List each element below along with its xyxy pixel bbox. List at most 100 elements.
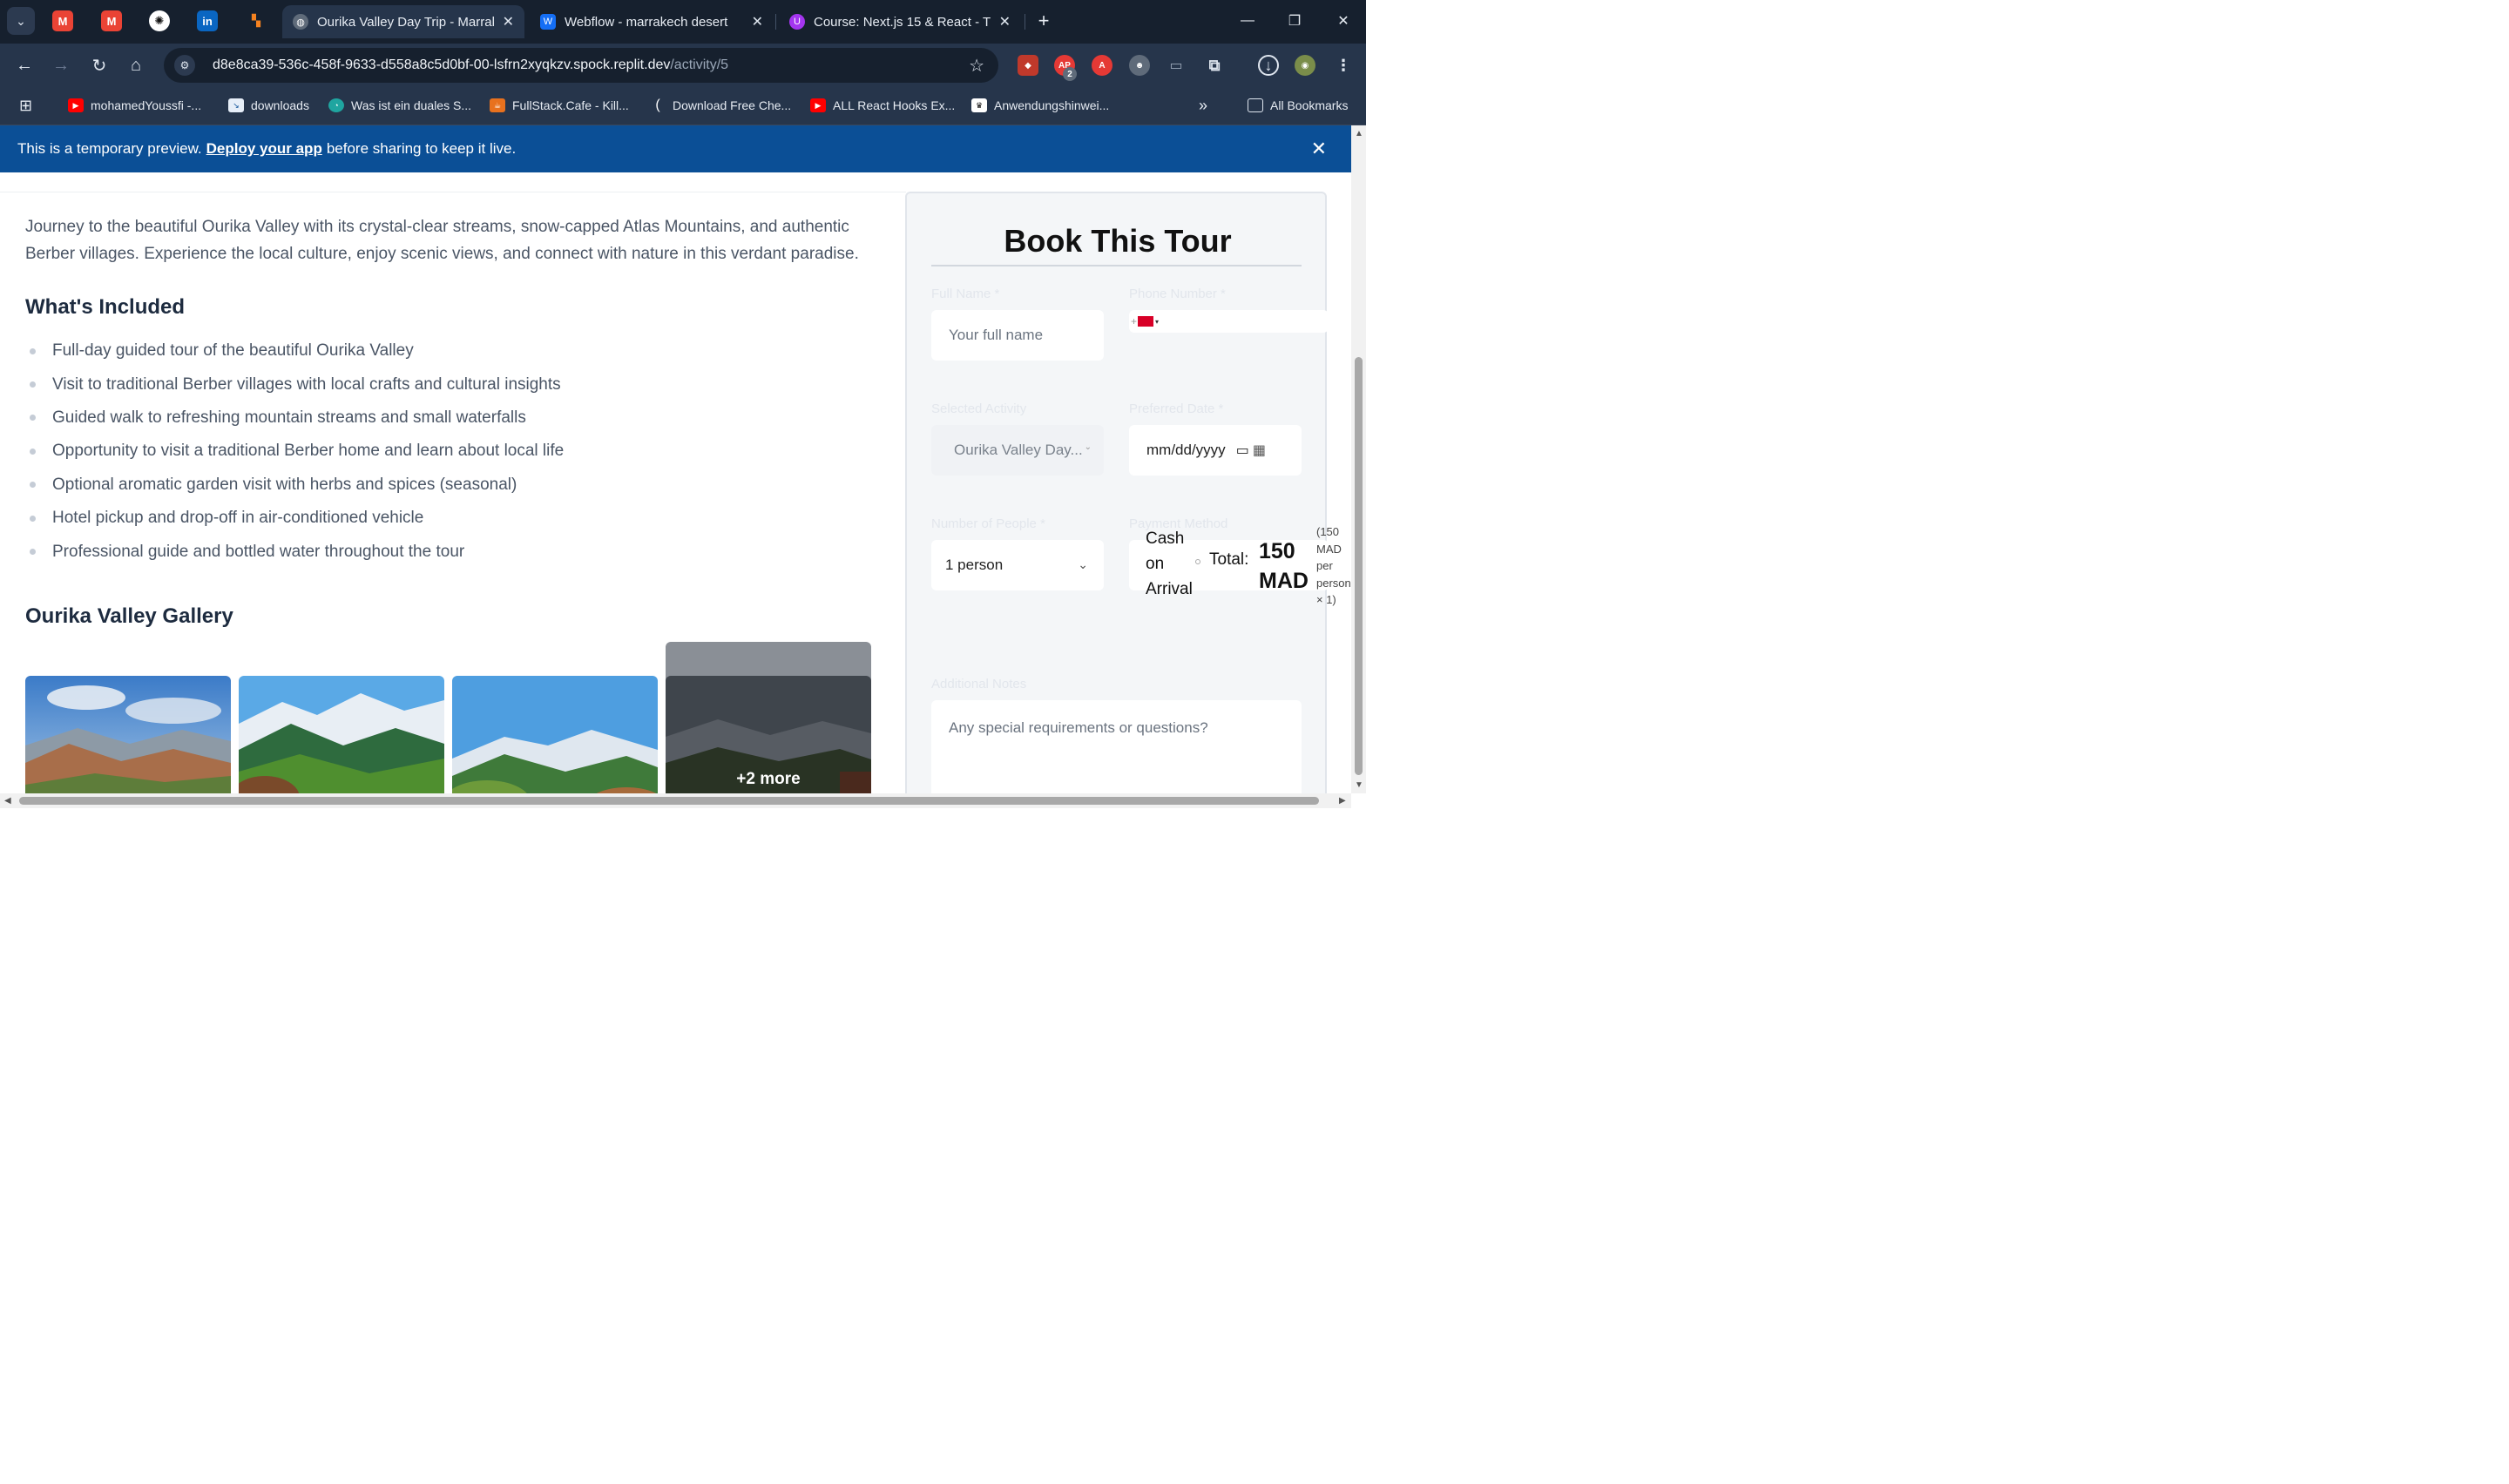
- people-select[interactable]: 1 person ⌄: [931, 540, 1104, 590]
- site-settings-icon[interactable]: ⚙: [174, 55, 195, 76]
- reload-button[interactable]: ↻: [85, 51, 113, 79]
- horizontal-scrollbar[interactable]: ◀ ▶: [0, 793, 1351, 808]
- bookmark-item[interactable]: ◔ Was ist ein duales S...: [328, 96, 471, 115]
- full-name-label: Full Name *: [931, 287, 1000, 301]
- browser-chrome: ⌄ M M ✺ in ▚ ◍ Ourika Valley Day Trip - …: [0, 0, 1366, 202]
- gallery-image[interactable]: [25, 676, 231, 793]
- list-item: Visit to traditional Berber villages wit…: [30, 368, 866, 401]
- chevron-down-icon[interactable]: ▾: [1155, 318, 1159, 326]
- bullet: [30, 482, 36, 489]
- notes-textarea[interactable]: Any special requirements or questions?: [931, 700, 1302, 793]
- tab-title: Course: Next.js 15 & React - The: [814, 14, 991, 30]
- phone-label: Phone Number *: [1129, 287, 1226, 301]
- address-bar[interactable]: ⚙ d8e8ca39-536c-458f-9633-d558a8c5d0bf-0…: [164, 48, 998, 83]
- tab-search-button[interactable]: ⌄: [7, 7, 35, 35]
- more-bookmarks-chevron-icon[interactable]: »: [1199, 96, 1207, 115]
- payment-value: Cash on Arrival: [1146, 530, 1193, 598]
- url-host: d8e8ca39-536c-458f-9633-d558a8c5d0bf-00-…: [213, 57, 671, 72]
- youtube-icon: ▶: [68, 98, 84, 112]
- scrollbar-thumb[interactable]: [19, 797, 1319, 805]
- openai-pinned-tab[interactable]: ✺: [149, 10, 170, 31]
- downloads-icon: ↘: [228, 98, 244, 112]
- tour-description: Journey to the beautiful Ourika Valley w…: [25, 218, 859, 263]
- minimize-button[interactable]: —: [1230, 7, 1265, 35]
- full-name-input[interactable]: Your full name: [931, 310, 1104, 361]
- bookmark-label: ALL React Hooks Ex...: [833, 98, 956, 112]
- scroll-right-arrow-icon[interactable]: ▶: [1339, 796, 1346, 806]
- gallery-more-label[interactable]: +2 more: [666, 770, 871, 789]
- tab-title: Webflow - marrakech desert: [565, 14, 728, 30]
- extension-adblock-icon[interactable]: A: [1092, 55, 1112, 76]
- deploy-link[interactable]: Deploy your app: [206, 140, 322, 158]
- close-icon[interactable]: ✕: [752, 13, 763, 30]
- webflow-icon: W: [540, 14, 556, 30]
- extensions-puzzle-icon[interactable]: ⧉: [1204, 55, 1225, 76]
- list-item-text: Full-day guided tour of the beautiful Ou…: [52, 341, 414, 361]
- all-bookmarks-button[interactable]: All Bookmarks: [1248, 96, 1348, 115]
- included-heading: What's Included: [25, 295, 186, 319]
- bookmark-item[interactable]: ♛ Anwendungshinwei...: [971, 96, 1109, 115]
- new-tab-button[interactable]: +: [1031, 9, 1056, 33]
- bookmark-star-icon[interactable]: ☆: [969, 55, 984, 77]
- url-path: /activity/5: [670, 57, 729, 72]
- scroll-down-arrow-icon[interactable]: ▼: [1355, 780, 1363, 790]
- calendar-icon[interactable]: ▭: [1236, 442, 1249, 459]
- booking-title: Book This Tour: [1004, 223, 1232, 259]
- pinned-tab-app[interactable]: ▚: [246, 10, 267, 31]
- tab-udemy[interactable]: U Course: Next.js 15 & React - The ✕: [779, 5, 1021, 38]
- close-icon[interactable]: ✕: [503, 13, 514, 30]
- extension-icon[interactable]: ◆: [1018, 55, 1038, 76]
- gmail-pinned-tab-2[interactable]: M: [101, 10, 122, 31]
- activity-select[interactable]: Ourika Valley Day... ⌄: [931, 425, 1104, 476]
- bookmark-item[interactable]: ▶ mohamedYoussfi -...: [68, 96, 201, 115]
- vertical-scrollbar[interactable]: ▲ ▼: [1351, 125, 1366, 793]
- bookmark-item[interactable]: ↘ downloads: [228, 96, 309, 115]
- bookmark-item[interactable]: ▶ ALL React Hooks Ex...: [810, 96, 955, 115]
- linkedin-pinned-tab[interactable]: in: [197, 10, 218, 31]
- home-button[interactable]: ⌂: [122, 51, 150, 79]
- back-button[interactable]: ←: [10, 51, 38, 79]
- calendar-icon-secondary[interactable]: ▦: [1253, 442, 1266, 459]
- close-icon[interactable]: ✕: [999, 13, 1011, 30]
- activity-value: Ourika Valley Day...: [954, 442, 1083, 458]
- list-item: Full-day guided tour of the beautiful Ou…: [30, 334, 866, 368]
- picture-in-picture-icon[interactable]: ▭: [1166, 55, 1187, 76]
- restore-button[interactable]: ❐: [1277, 7, 1312, 35]
- apps-grid-icon[interactable]: ⊞: [19, 96, 32, 115]
- window-close-button[interactable]: ✕: [1326, 7, 1361, 35]
- list-item-text: Hotel pickup and drop-off in air-conditi…: [52, 509, 424, 528]
- all-bookmarks-label: All Bookmarks: [1270, 98, 1349, 112]
- tab-webflow[interactable]: W Webflow - marrakech desert ✕: [530, 5, 774, 38]
- number-of-people-label: Number of People *: [931, 516, 1045, 531]
- profile-avatar[interactable]: ◉: [1295, 55, 1315, 76]
- scroll-up-arrow-icon[interactable]: ▲: [1355, 129, 1363, 138]
- scroll-left-arrow-icon[interactable]: ◀: [4, 796, 11, 806]
- scrollbar-thumb[interactable]: [1355, 357, 1363, 775]
- forward-button[interactable]: →: [47, 51, 75, 79]
- country-flag-icon[interactable]: [1138, 316, 1154, 327]
- list-item: Opportunity to visit a traditional Berbe…: [30, 435, 866, 468]
- list-item: Professional guide and bottled water thr…: [30, 535, 866, 568]
- list-item-text: Opportunity to visit a traditional Berbe…: [52, 442, 565, 461]
- gmail-pinned-tab[interactable]: M: [52, 10, 73, 31]
- browser-menu-icon[interactable]: ⋮: [1333, 55, 1354, 76]
- bookmark-item[interactable]: (Download Free Che...: [650, 96, 791, 115]
- phone-input[interactable]: + ▾: [1129, 310, 1329, 333]
- list-item: Guided walk to refreshing mountain strea…: [30, 401, 866, 435]
- tab-ourika[interactable]: ◍ Ourika Valley Day Trip - Marrakech ✕: [282, 5, 524, 38]
- date-placeholder: mm/dd/yyyy: [1146, 442, 1226, 458]
- preferred-date-label: Preferred Date *: [1129, 401, 1224, 416]
- emblem-icon: ♛: [971, 98, 987, 112]
- date-input[interactable]: mm/dd/yyyy ▭ ▦: [1129, 425, 1302, 476]
- gallery-image[interactable]: [452, 676, 658, 793]
- folder-icon: [1248, 98, 1263, 112]
- download-icon[interactable]: ↓: [1258, 55, 1279, 76]
- bookmark-item[interactable]: ☕ FullStack.Cafe - Kill...: [490, 96, 629, 115]
- bracket-icon: (: [655, 98, 660, 112]
- gallery-image[interactable]: [239, 676, 444, 793]
- close-icon[interactable]: ✕: [1311, 138, 1327, 160]
- extension-robot-icon[interactable]: ☻: [1129, 55, 1150, 76]
- booking-divider: [931, 265, 1302, 266]
- youtube-icon: ▶: [810, 98, 826, 112]
- tab-strip: ⌄ M M ✺ in ▚ ◍ Ourika Valley Day Trip - …: [0, 0, 1366, 44]
